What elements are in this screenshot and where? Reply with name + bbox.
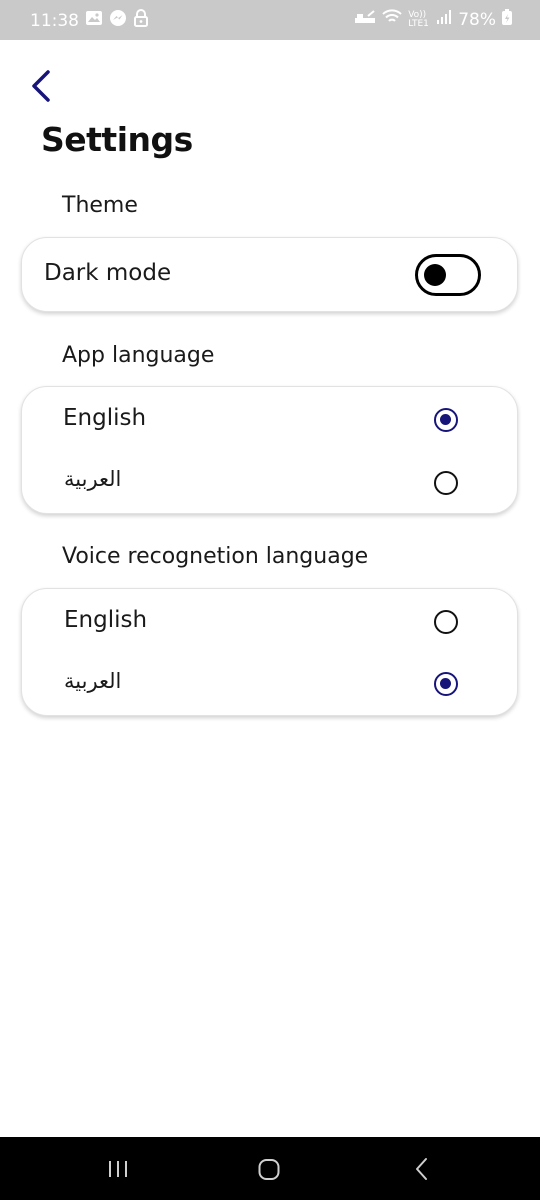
status-left: 11:38 xyxy=(30,9,149,32)
status-time: 11:38 xyxy=(30,10,79,31)
status-right: Vo)) LTE1 78% xyxy=(354,9,512,30)
signal-icon xyxy=(436,9,452,30)
status-bar: 11:38 Vo)) LTE1 78% xyxy=(0,0,540,40)
home-button[interactable] xyxy=(249,1155,289,1183)
app-language-english-radio[interactable] xyxy=(434,408,458,432)
app-language-option-arabic[interactable]: العربية xyxy=(64,467,121,491)
network-label: Vo)) LTE1 xyxy=(408,9,429,29)
app-language-arabic-radio[interactable] xyxy=(434,471,458,495)
voice-language-option-arabic[interactable]: العربية xyxy=(64,669,121,693)
home-icon xyxy=(249,1159,289,1187)
voice-language-arabic-radio[interactable] xyxy=(434,672,458,696)
page-title: Settings xyxy=(41,120,193,159)
voice-language-english-radio[interactable] xyxy=(434,610,458,634)
recent-apps-button[interactable] xyxy=(98,1155,138,1183)
voice-language-section-label: Voice recognetion language xyxy=(62,544,369,569)
app-language-card: English العربية xyxy=(21,386,518,514)
back-icon xyxy=(401,1158,441,1187)
battery-percent: 78% xyxy=(458,9,496,30)
wifi-icon xyxy=(382,9,402,30)
lock-icon xyxy=(133,9,149,32)
voice-language-card: English العربية xyxy=(21,588,518,716)
dark-mode-card: Dark mode xyxy=(21,237,518,312)
system-back-button[interactable] xyxy=(401,1155,441,1183)
messenger-icon xyxy=(109,9,127,32)
hotspot-icon xyxy=(354,9,376,30)
voice-language-option-english[interactable]: English xyxy=(64,607,147,633)
back-button[interactable] xyxy=(28,68,56,106)
dark-mode-toggle[interactable] xyxy=(415,254,481,296)
dark-mode-label: Dark mode xyxy=(44,260,172,286)
app-language-section-label: App language xyxy=(62,343,215,368)
gallery-icon xyxy=(85,10,103,31)
toggle-knob xyxy=(424,264,446,286)
chevron-left-icon xyxy=(28,70,56,110)
app-language-option-english[interactable]: English xyxy=(63,405,146,431)
battery-icon xyxy=(502,9,512,30)
navigation-bar xyxy=(0,1137,540,1200)
theme-section-label: Theme xyxy=(62,193,138,218)
recent-apps-icon xyxy=(98,1161,138,1187)
